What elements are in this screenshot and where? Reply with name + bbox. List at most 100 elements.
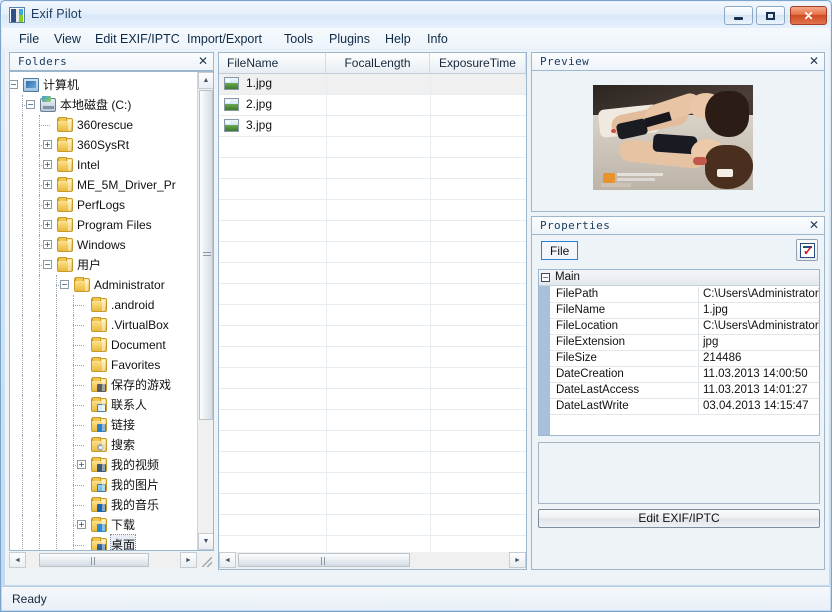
table-row[interactable] xyxy=(219,410,526,431)
tree-expand-icon[interactable]: + xyxy=(77,520,86,529)
table-row[interactable]: 3.jpg xyxy=(219,116,526,137)
menu-item-import-export[interactable]: Import/Export xyxy=(182,31,267,47)
tab-file[interactable]: File xyxy=(541,241,579,260)
tree-item[interactable]: − 本地磁盘 (C:) xyxy=(10,95,198,115)
column-header-focallength[interactable]: FocalLength xyxy=(326,53,430,73)
property-value[interactable]: 03.04.2013 14:15:47 xyxy=(703,400,809,412)
menu-item-edit-exif-iptc[interactable]: Edit EXIF/IPTC xyxy=(90,31,185,47)
tree-collapse-icon[interactable]: − xyxy=(43,260,52,269)
folder-tree-vscrollbar[interactable]: ▲ ▼ xyxy=(197,72,213,550)
menu-item-info[interactable]: Info xyxy=(422,31,453,47)
menu-item-view[interactable]: View xyxy=(49,31,86,47)
tree-item[interactable]: 搜索 xyxy=(10,435,198,455)
tree-item[interactable]: + Windows xyxy=(10,235,198,255)
tree-expand-icon[interactable]: + xyxy=(43,240,52,249)
folders-close-icon[interactable]: ✕ xyxy=(198,54,208,68)
tree-item[interactable]: + PerfLogs xyxy=(10,195,198,215)
category-expander-icon[interactable]: − xyxy=(541,273,550,282)
folder-tree[interactable]: − 计算机 − 本地磁盘 (C:) 360rescue +360SysRt + Intel + M… xyxy=(9,71,214,551)
property-row[interactable]: DateLastAccess 11.03.2013 14:01:27 xyxy=(550,383,819,399)
tree-item[interactable]: 保存的游戏 xyxy=(10,375,198,395)
table-row[interactable] xyxy=(219,263,526,284)
panel-resize-grip[interactable] xyxy=(202,557,212,567)
table-row[interactable] xyxy=(219,431,526,452)
tree-item[interactable]: + ME_5M_Driver_Pr xyxy=(10,175,198,195)
table-row[interactable] xyxy=(219,473,526,494)
checklist-button[interactable] xyxy=(796,239,818,261)
tree-item[interactable]: + 下载 xyxy=(10,515,198,535)
tree-item[interactable]: − Administrator xyxy=(10,275,198,295)
edit-exif-iptc-button[interactable]: Edit EXIF/IPTC xyxy=(538,509,820,528)
scroll-right-icon[interactable]: ► xyxy=(509,552,526,568)
table-row[interactable] xyxy=(219,536,526,552)
tree-expand-icon[interactable]: + xyxy=(43,160,52,169)
table-row[interactable] xyxy=(219,179,526,200)
properties-close-icon[interactable]: ✕ xyxy=(809,218,819,232)
properties-category-row[interactable]: − Main xyxy=(539,270,819,286)
property-value[interactable]: 11.03.2013 14:00:50 xyxy=(703,368,808,380)
maximize-button[interactable] xyxy=(756,6,785,25)
property-value[interactable]: 1.jpg xyxy=(703,304,728,316)
property-row[interactable]: DateCreation 11.03.2013 14:00:50 xyxy=(550,367,819,383)
tree-item[interactable]: − 用户 xyxy=(10,255,198,275)
menu-item-plugins[interactable]: Plugins xyxy=(324,31,375,47)
property-row[interactable]: FileName 1.jpg xyxy=(550,303,819,319)
scroll-left-icon[interactable]: ◄ xyxy=(219,552,236,568)
property-value[interactable]: C:\Users\Administrator\... xyxy=(703,288,819,300)
hscroll-thumb[interactable] xyxy=(238,553,410,567)
tree-item[interactable]: +360SysRt xyxy=(10,135,198,155)
table-row[interactable] xyxy=(219,515,526,536)
tree-item[interactable]: − 计算机 xyxy=(10,75,198,95)
hscroll-thumb[interactable] xyxy=(39,553,149,567)
table-row[interactable] xyxy=(219,242,526,263)
property-value[interactable]: C:\Users\Administrator\... xyxy=(703,320,819,332)
property-value[interactable]: 214486 xyxy=(703,352,741,364)
tree-expand-icon[interactable]: + xyxy=(43,180,52,189)
table-row[interactable] xyxy=(219,389,526,410)
table-row[interactable]: 2.jpg xyxy=(219,95,526,116)
property-row[interactable]: DateLastWrite 03.04.2013 14:15:47 xyxy=(550,399,819,415)
tree-item[interactable]: 我的图片 xyxy=(10,475,198,495)
column-header-filename[interactable]: FileName xyxy=(219,53,326,73)
table-row[interactable] xyxy=(219,305,526,326)
tree-item[interactable]: + 我的视频 xyxy=(10,455,198,475)
preview-close-icon[interactable]: ✕ xyxy=(809,54,819,68)
tree-item[interactable]: .VirtualBox xyxy=(10,315,198,335)
scroll-up-icon[interactable]: ▲ xyxy=(198,72,213,89)
tree-item[interactable]: 链接 xyxy=(10,415,198,435)
scroll-left-icon[interactable]: ◄ xyxy=(9,552,26,568)
tree-expand-icon[interactable]: + xyxy=(43,140,52,149)
property-row[interactable]: FilePath C:\Users\Administrator\... xyxy=(550,287,819,303)
menu-item-file[interactable]: File xyxy=(14,31,44,47)
property-row[interactable]: FileLocation C:\Users\Administrator\... xyxy=(550,319,819,335)
table-row[interactable] xyxy=(219,284,526,305)
table-row[interactable] xyxy=(219,200,526,221)
file-list-hscrollbar[interactable]: ◄ ► xyxy=(219,552,526,569)
properties-grid[interactable]: − Main FilePath C:\Users\Administrator\..… xyxy=(538,269,820,436)
tree-collapse-icon[interactable]: − xyxy=(10,80,18,89)
property-value[interactable]: 11.03.2013 14:01:27 xyxy=(703,384,808,396)
tree-item[interactable]: 联系人 xyxy=(10,395,198,415)
table-row[interactable] xyxy=(219,347,526,368)
scroll-right-icon[interactable]: ► xyxy=(180,552,197,568)
table-row[interactable] xyxy=(219,137,526,158)
property-row[interactable]: FileSize 214486 xyxy=(550,351,819,367)
menu-item-tools[interactable]: Tools xyxy=(279,31,318,47)
folder-tree-hscrollbar[interactable]: ◄ ► xyxy=(9,552,214,569)
minimize-button[interactable] xyxy=(724,6,753,25)
table-row[interactable]: 1.jpg xyxy=(219,74,526,95)
tree-expand-icon[interactable]: + xyxy=(43,200,52,209)
tree-item[interactable]: Favorites xyxy=(10,355,198,375)
tree-item[interactable]: 桌面 xyxy=(10,534,198,550)
tree-item[interactable]: + Program Files xyxy=(10,215,198,235)
table-row[interactable] xyxy=(219,326,526,347)
tree-expand-icon[interactable]: + xyxy=(43,220,52,229)
menu-item-help[interactable]: Help xyxy=(380,31,416,47)
table-row[interactable] xyxy=(219,494,526,515)
table-row[interactable] xyxy=(219,221,526,242)
property-row[interactable]: FileExtension jpg xyxy=(550,335,819,351)
scroll-down-icon[interactable]: ▼ xyxy=(198,533,213,550)
close-button[interactable]: ✕ xyxy=(790,6,827,25)
tree-item[interactable]: .android xyxy=(10,295,198,315)
file-list-panel[interactable]: FileName FocalLength ExposureTime 1.jpg 2.j… xyxy=(218,52,527,570)
